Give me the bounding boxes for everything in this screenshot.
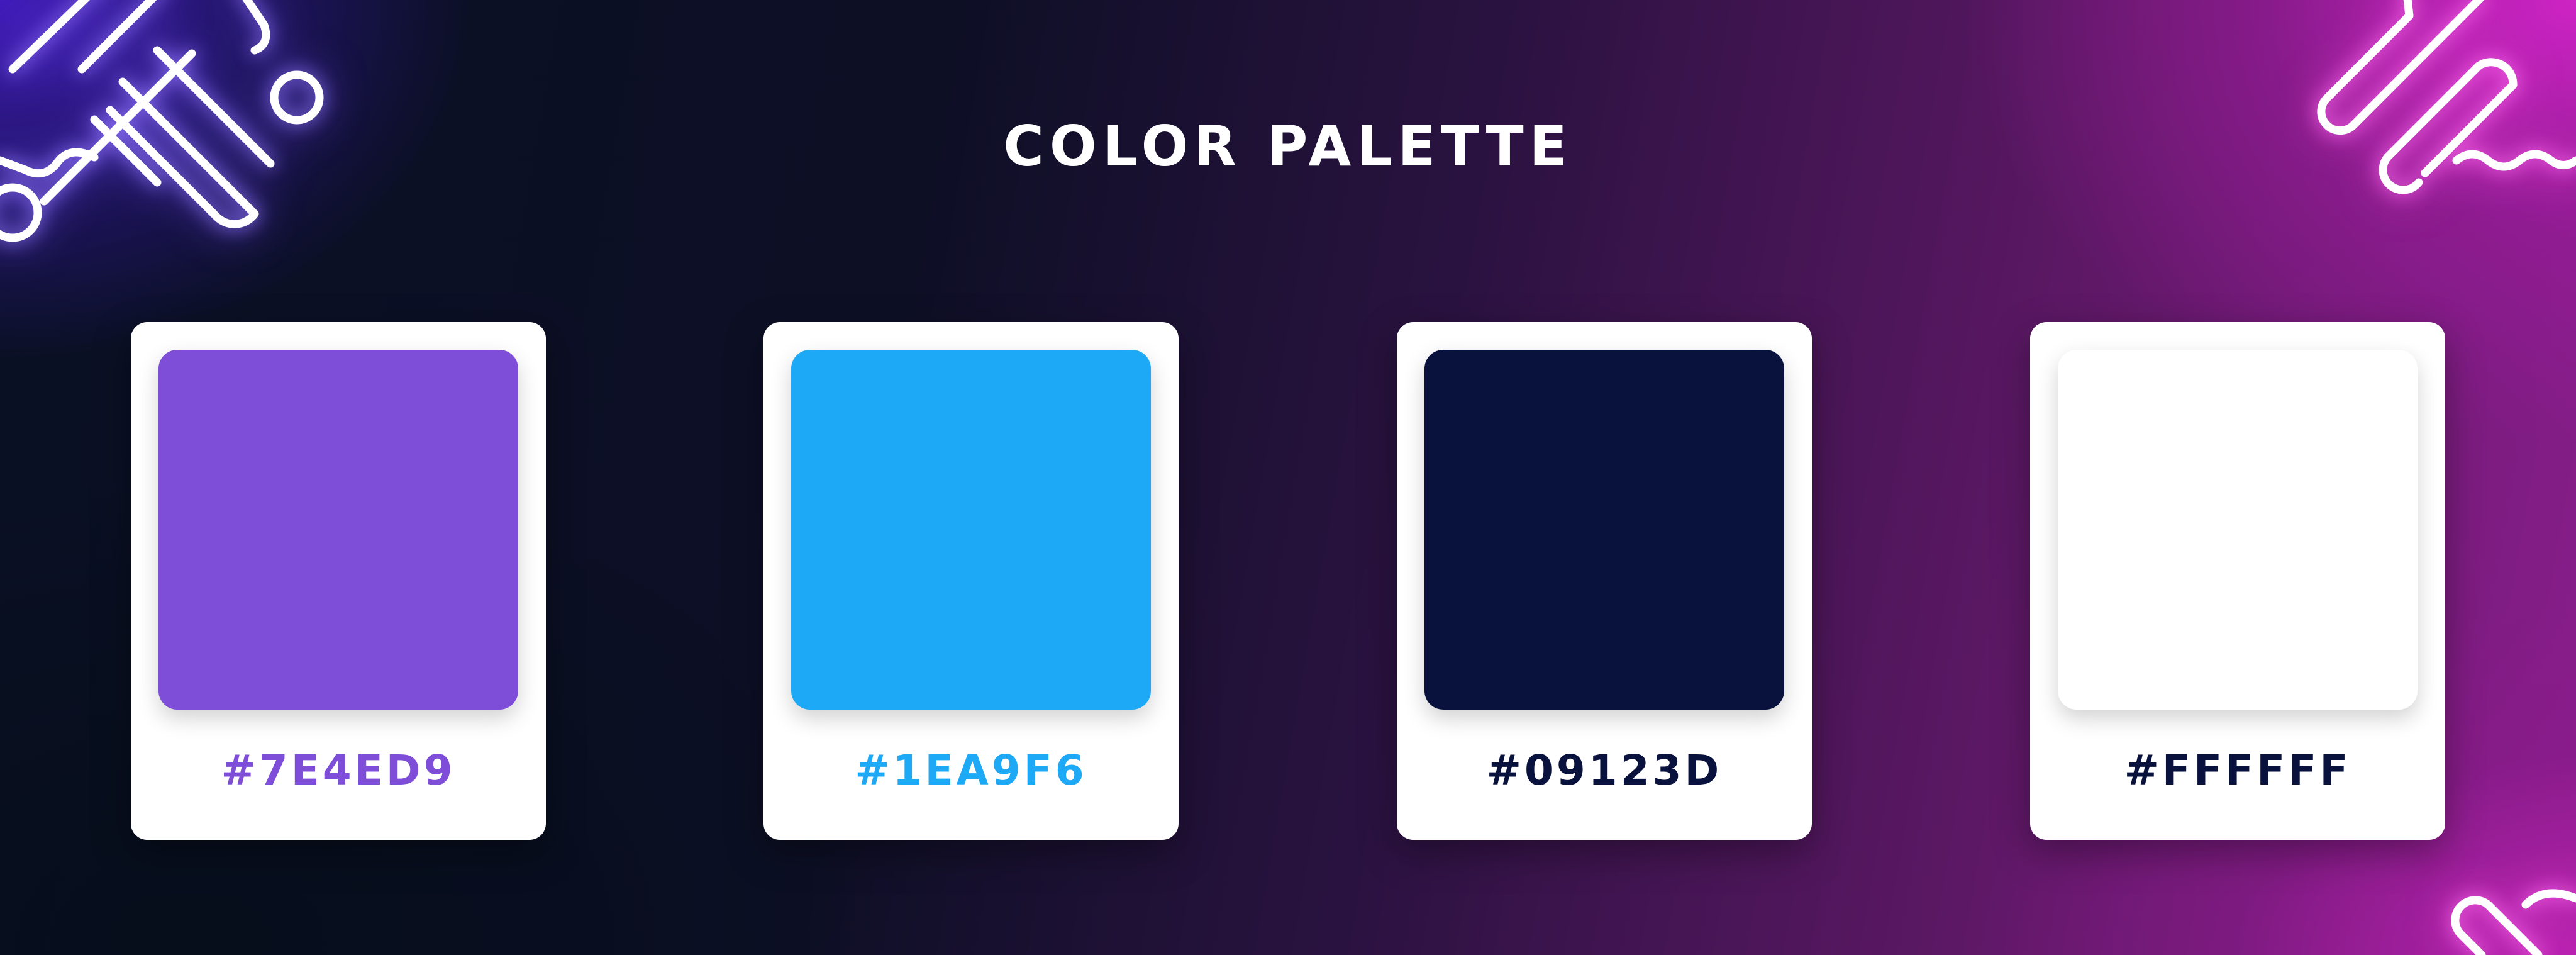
neon-line-right-icon xyxy=(2317,0,2576,194)
color-card: #09123D xyxy=(1397,322,1812,840)
page-title: COLOR PALETTE xyxy=(1003,114,1573,179)
color-swatch xyxy=(2058,350,2418,710)
hex-code-label: #09123D xyxy=(1486,746,1723,795)
color-card: #7E4ED9 xyxy=(131,322,546,840)
color-swatch xyxy=(791,350,1151,710)
color-swatch xyxy=(1424,350,1784,710)
hex-code-label: #7E4ED9 xyxy=(221,746,456,795)
hex-code-label: #1EA9F6 xyxy=(855,746,1087,795)
color-card: #1EA9F6 xyxy=(763,322,1179,840)
color-swatch xyxy=(158,350,518,710)
hex-code-label: #FFFFFF xyxy=(2124,746,2351,795)
color-card: #FFFFFF xyxy=(2030,322,2445,840)
neon-line-bottom-right-icon xyxy=(2451,889,2576,955)
